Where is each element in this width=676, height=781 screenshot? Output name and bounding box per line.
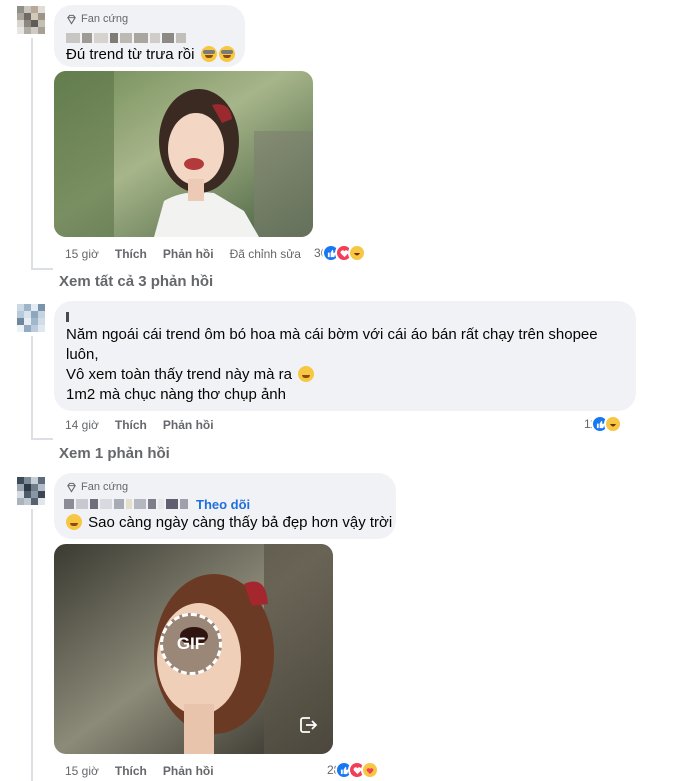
haha-icon <box>348 244 367 262</box>
smiling-emoji-icon <box>66 514 82 530</box>
thread-line <box>31 336 33 440</box>
reply-button[interactable]: Phản hồi <box>163 247 214 261</box>
haha-icon <box>604 415 623 433</box>
thread-line-curve <box>31 268 53 270</box>
diamond-icon <box>67 14 76 25</box>
edited-label[interactable]: Đã chỉnh sửa <box>230 247 301 261</box>
reaction-summary[interactable]: 28 <box>327 761 380 779</box>
like-button[interactable]: Thích <box>115 247 147 261</box>
comment-time[interactable]: 15 giờ <box>65 247 99 261</box>
comment-actions: 14 giờ Thích Phản hồi <box>65 417 214 433</box>
like-button[interactable]: Thích <box>115 764 147 778</box>
gif-label: GIF <box>176 634 206 653</box>
follow-link[interactable]: Theo dõi <box>196 497 250 512</box>
comment-bubble: Fan cứng Đú trend từ trưa rồi <box>54 5 245 67</box>
view-replies-link[interactable]: Xem 1 phản hồi <box>59 445 170 462</box>
diamond-icon <box>67 482 76 493</box>
comment-actions: 15 giờ Thích Phản hồi <box>65 763 214 779</box>
comment-bubble: Fan cứng Theo dõi Sao càng ngày càng thấ… <box>54 473 396 539</box>
laughing-emoji-icon <box>298 366 315 382</box>
thread-line-curve <box>31 438 53 440</box>
fan-badge: Fan cứng <box>66 13 128 25</box>
comment-photo[interactable] <box>54 71 313 237</box>
gif-play-button[interactable]: GIF <box>160 613 222 675</box>
avatar[interactable] <box>17 304 45 332</box>
reaction-summary[interactable]: 36 <box>314 244 367 262</box>
author-name[interactable] <box>66 31 186 45</box>
comment-bubble: Năm ngoái cái trend ôm bó hoa mà cái bờm… <box>54 301 636 411</box>
reply-button[interactable]: Phản hồi <box>163 418 214 432</box>
comment-time[interactable]: 14 giờ <box>65 418 99 432</box>
thread-line <box>31 38 33 270</box>
open-external-icon[interactable] <box>297 714 319 736</box>
nerd-emoji-icon <box>218 46 235 62</box>
nerd-emoji-icon <box>200 46 217 62</box>
author-name[interactable]: Theo dõi <box>64 497 250 512</box>
reply-button[interactable]: Phản hồi <box>163 764 214 778</box>
comment-text: Sao càng ngày càng thấy bả đẹp hơn vậy t… <box>66 513 392 533</box>
fan-badge: Fan cứng <box>66 481 128 493</box>
comment-actions: 15 giờ Thích Phản hồi Đã chỉnh sửa <box>65 246 301 262</box>
like-button[interactable]: Thích <box>115 418 147 432</box>
reaction-summary[interactable]: 11 <box>584 415 623 433</box>
comment-text: Năm ngoái cái trend ôm bó hoa mà cái bờm… <box>66 326 598 403</box>
avatar[interactable] <box>17 6 45 34</box>
care-icon <box>361 761 380 779</box>
comment-text: Đú trend từ trưa rồi <box>66 45 235 65</box>
thread-line <box>31 509 33 781</box>
comment-time[interactable]: 15 giờ <box>65 764 99 778</box>
view-replies-link[interactable]: Xem tất cả 3 phản hồi <box>59 273 213 290</box>
comment-gif[interactable]: GIF <box>54 544 333 754</box>
author-name[interactable] <box>66 310 69 324</box>
avatar[interactable] <box>17 477 45 505</box>
